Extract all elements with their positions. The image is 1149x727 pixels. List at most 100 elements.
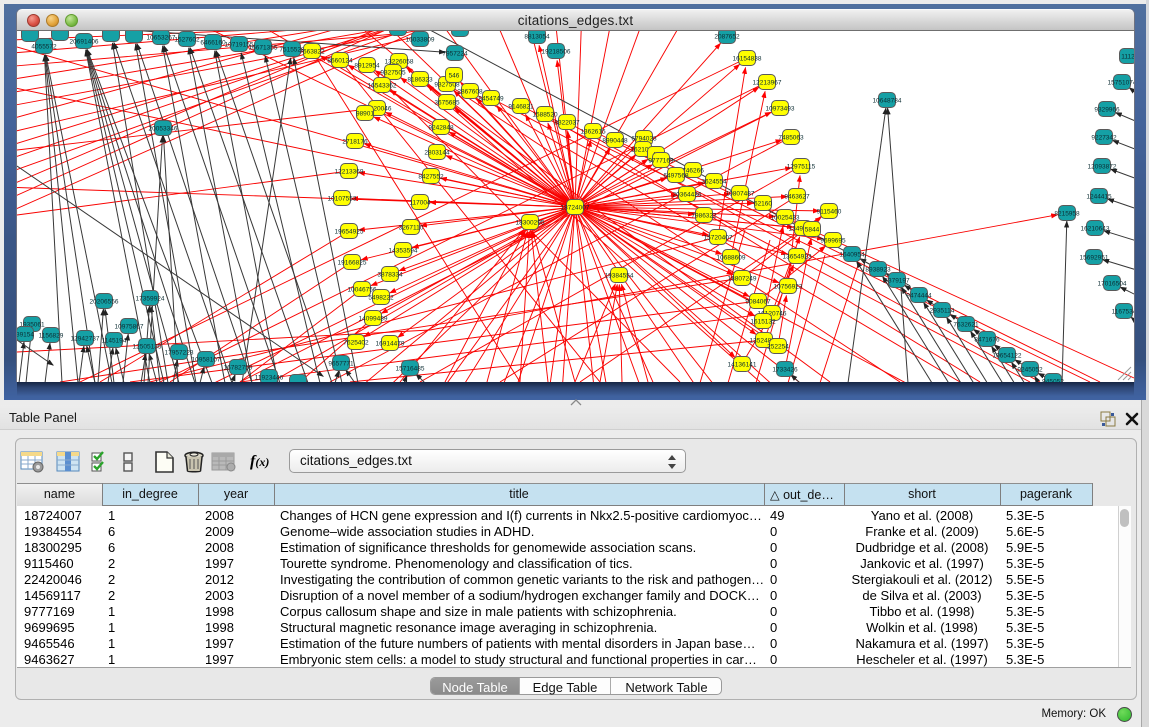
svg-text:1733426: 1733426 [772, 366, 798, 373]
svg-text:10654122: 10654122 [993, 352, 1022, 359]
svg-text:9329966: 9329966 [1094, 106, 1120, 113]
svg-text:10756923: 10756923 [774, 283, 803, 290]
svg-text:9474444: 9474444 [906, 292, 932, 299]
svg-text:12213967: 12213967 [753, 79, 782, 86]
svg-text:9777169: 9777169 [648, 157, 674, 164]
svg-text:19166825: 19166825 [338, 259, 367, 266]
svg-text:1145194: 1145194 [102, 337, 127, 344]
svg-text:19218506: 19218506 [542, 48, 571, 55]
svg-text:12942737: 12942737 [71, 335, 100, 342]
svg-text:7632621: 7632621 [953, 321, 979, 328]
svg-text:1615132: 1615132 [750, 318, 776, 325]
svg-text:2867608: 2867608 [457, 88, 483, 95]
svg-text:3878334: 3878334 [377, 271, 403, 278]
svg-text:20053346: 20053346 [149, 125, 178, 132]
svg-text:1112: 1112 [1121, 53, 1134, 60]
svg-text:8813054: 8813054 [524, 33, 550, 40]
svg-text:17016504: 17016504 [1098, 280, 1127, 287]
svg-text:16914479: 16914479 [376, 340, 405, 347]
svg-text:9463627: 9463627 [784, 193, 810, 200]
svg-text:39154: 39154 [17, 331, 34, 338]
svg-text:8660124: 8660124 [327, 57, 353, 64]
svg-text:9084067: 9084067 [745, 298, 771, 305]
svg-text:3624554: 3624554 [701, 178, 727, 185]
svg-text:8186323: 8186323 [407, 76, 433, 83]
svg-text:19384554: 19384554 [605, 272, 634, 279]
svg-text:20364436: 20364436 [673, 191, 702, 198]
svg-text:18300295: 18300295 [516, 219, 545, 226]
svg-text:19654925: 19654925 [335, 228, 364, 235]
svg-text:5844: 5844 [805, 226, 820, 233]
svg-text:98901: 98901 [356, 110, 374, 117]
svg-text:1167534: 1167534 [1112, 308, 1134, 315]
svg-text:10958107: 10958107 [192, 356, 221, 363]
svg-text:10107553: 10107553 [328, 195, 357, 202]
svg-text:15720407: 15720407 [704, 234, 733, 241]
svg-text:16543362: 16543362 [368, 82, 397, 89]
svg-text:9657771: 9657771 [328, 360, 354, 367]
svg-text:18807249: 18807249 [728, 275, 757, 282]
svg-text:6466160: 6466160 [200, 39, 226, 46]
svg-text:8215958: 8215958 [1054, 210, 1080, 217]
svg-text:13654923: 13654923 [783, 253, 812, 260]
svg-text:8990448: 8990448 [602, 137, 628, 144]
svg-text:9245052: 9245052 [1017, 366, 1043, 373]
svg-text:7663822: 7663822 [299, 48, 325, 55]
svg-text:10688609: 10688609 [717, 254, 746, 261]
svg-text:1640954: 1640954 [839, 251, 865, 258]
svg-text:9115460: 9115460 [817, 208, 842, 215]
svg-text:9242848: 9242848 [428, 124, 454, 131]
svg-text:10975867: 10975867 [115, 323, 144, 330]
svg-text:2803144: 2803144 [424, 149, 450, 156]
svg-text:9146821: 9146821 [508, 103, 534, 110]
svg-text:15716485: 15716485 [396, 365, 425, 372]
svg-text:14353594: 14353594 [389, 247, 418, 254]
svg-text:12975115: 12975115 [787, 163, 816, 170]
svg-text:10653267: 10653267 [147, 34, 176, 41]
svg-text:14136141: 14136141 [728, 361, 757, 368]
svg-text:14099489: 14099489 [359, 315, 388, 322]
svg-text:16210643: 16210643 [1081, 225, 1110, 232]
svg-text:10973493: 10973493 [766, 105, 795, 112]
svg-text:8454749: 8454749 [478, 95, 504, 102]
svg-text:18724007: 18724007 [561, 204, 590, 211]
svg-text:20691406: 20691406 [70, 38, 99, 45]
svg-text:1362615: 1362615 [580, 128, 606, 135]
svg-text:1156829: 1156829 [39, 332, 64, 339]
svg-text:17957223: 17957223 [165, 349, 194, 356]
svg-text:7625402: 7625402 [343, 339, 369, 346]
svg-text:6497568: 6497568 [663, 172, 689, 179]
svg-text:1244415: 1244415 [1086, 193, 1112, 200]
svg-text:8471676: 8471676 [974, 336, 1000, 343]
svg-text:8427552: 8427552 [418, 173, 444, 180]
svg-text:3267110: 3267110 [399, 224, 424, 231]
svg-text:1527602: 1527602 [174, 36, 200, 43]
svg-text:15751074: 15751074 [1108, 79, 1134, 86]
svg-text:10807487: 10807487 [726, 190, 755, 197]
svg-text:9227342: 9227342 [1091, 134, 1117, 141]
svg-text:3675685: 3675685 [434, 99, 460, 106]
svg-text:12505135: 12505135 [133, 343, 162, 350]
svg-text:17359924: 17359924 [136, 295, 165, 302]
svg-text:15692951: 15692951 [1080, 254, 1109, 261]
svg-text:8912954: 8912954 [354, 62, 380, 69]
svg-text:8938923: 8938923 [865, 266, 891, 273]
svg-text:8322037: 8322037 [554, 119, 580, 126]
svg-text:2718176: 2718176 [342, 138, 368, 145]
svg-text:7485063: 7485063 [778, 134, 804, 141]
svg-text:7957224: 7957224 [442, 50, 468, 57]
svg-text:20206556: 20206556 [90, 298, 119, 305]
svg-text:2935114: 2935114 [930, 307, 955, 314]
svg-text:11923446: 11923446 [255, 374, 284, 381]
svg-text:10648784: 10648784 [873, 97, 902, 104]
svg-text:62160: 62160 [754, 200, 772, 207]
svg-text:16154838: 16154838 [733, 55, 762, 62]
svg-text:4055572: 4055572 [31, 43, 57, 50]
svg-text:12213369: 12213369 [335, 168, 364, 175]
svg-text:546: 546 [449, 72, 460, 79]
svg-text:117004: 117004 [409, 199, 431, 206]
svg-text:16782759: 16782759 [224, 364, 253, 371]
svg-text:252254: 252254 [767, 343, 789, 350]
svg-text:9699695: 9699695 [820, 237, 846, 244]
svg-text:1588520: 1588520 [532, 111, 558, 118]
